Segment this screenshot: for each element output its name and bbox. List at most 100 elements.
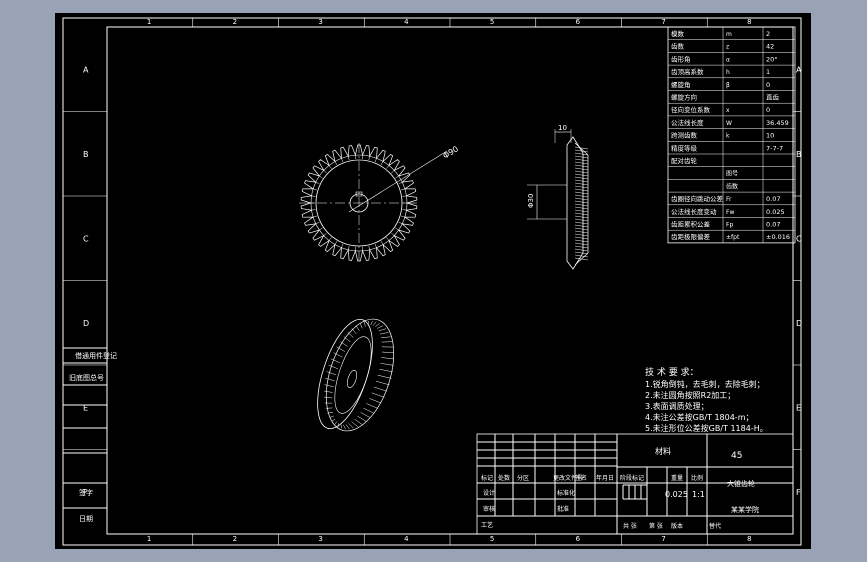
tb-part-name: 大锥齿轮 [727,479,755,488]
strip-label: 旧底图总号 [69,373,104,382]
zone-row-label: D [796,319,802,328]
param-value: 0.07 [766,195,780,203]
param-value: 1 [766,68,770,76]
tech-item: 2.未注圆角按照R2加工； [645,390,735,400]
param-value: 2 [766,30,770,38]
tb-stage: 阶段标记 [620,474,644,482]
tb-material: 45 [731,451,742,461]
zone-col-label: 3 [318,535,322,543]
tb-scale: 1:1 [692,490,705,499]
tb-weight: 0.025 [665,490,688,499]
tb-header: 标记 [481,474,493,482]
title-block: 标记 处数 分区 更改文件号 签名 年月日 设计 审核 工艺 标准化 批准 材料… [476,433,794,535]
param-symbol: α [726,56,730,63]
param-name: 齿顶高系数 [671,67,704,76]
zone-col-label: 8 [747,535,751,543]
zone-row-label: A [83,65,89,74]
param-value: 10 [766,132,774,140]
tb-school: 某某学院 [731,505,759,514]
tech-title: 技 术 要 求： [645,366,699,378]
tb-header: 处数 [498,474,510,482]
param-value: 20° [766,55,778,63]
param-symbol: 图号 [726,171,738,178]
zone-col-label: 5 [490,535,494,543]
param-symbol: Fr [726,196,732,203]
tb-role: 设计 [483,489,495,497]
param-symbol: ±fpt [726,234,740,241]
param-name: 配对齿轮 [671,156,698,165]
param-name: 模数 [671,29,685,38]
param-name: 齿圈径向跳动公差 [671,194,724,203]
tech-item: 5.未注形位公差按GB/T 1184-H。 [645,423,768,433]
zone-row-label: C [796,234,802,243]
zone-row-label: D [83,319,89,328]
cad-viewport[interactable]: 1122334455667788AABBCCDDEEFF 借通用件登记 旧底图总… [55,13,811,549]
param-value: 0 [766,106,770,114]
param-symbol: x [726,107,730,114]
zone-col-label: 2 [233,535,237,543]
zone-col-label: 1 [147,535,151,543]
param-value: 直齿 [766,93,780,102]
param-name: 螺旋方向 [671,93,697,102]
gear-parameter-table: 模数 m 2 齿数 z 42 齿形角 α 20° 齿顶高系数 h 1 螺旋角 β 0 螺旋方向 直齿径向变位系数… [667,26,796,244]
param-symbol: 齿数 [726,182,738,190]
zone-row-label: A [796,65,802,74]
strip-label: 借通用件登记 [75,351,117,360]
tb-bottom: 替代 [709,522,721,530]
zone-col-label: 1 [147,18,151,26]
param-name: 齿数 [671,42,685,51]
zone-row-label: F [796,488,801,497]
param-symbol: z [726,44,729,51]
param-name: 公法线长度变动 [671,207,717,216]
strip-label: 日期 [79,515,93,523]
param-name: 公法线长度 [671,118,704,127]
param-name: 径向变位系数 [671,105,711,114]
zone-col-label: 4 [404,535,409,543]
tb-stage: 重量 [671,474,683,482]
param-name: 齿距极限偏差 [671,232,711,241]
tb-material-label: 材料 [655,446,671,456]
param-name: 跨测齿数 [671,131,698,140]
tech-item: 3.表面调质处理； [645,401,709,411]
zone-row-label: B [83,150,89,159]
zone-row-label: B [796,150,802,159]
param-name: 齿距累积公差 [671,220,711,229]
gear-side-view: Φ30 10 [527,124,589,270]
param-value: 0.025 [766,208,785,216]
param-symbol: W [726,120,732,127]
tb-stage: 比例 [691,474,703,482]
zone-col-label: 6 [576,18,581,26]
tb-mid: 批准 [557,505,569,513]
zone-col-label: 4 [404,18,409,26]
param-value: 42 [766,43,774,51]
param-symbol: Fw [726,209,734,216]
tb-bottom: 第 张 [649,522,663,530]
strip-label: 签字 [79,488,93,497]
param-value: 0 [766,81,770,89]
param-name: 齿形角 [671,54,691,63]
tb-header: 签名 [575,474,587,482]
tb-bottom: 版本 [671,522,683,530]
tb-role: 工艺 [481,521,493,529]
tech-item: 4.未注公差按GB/T 1804-m； [645,412,753,422]
param-value: 7-7-7 [766,144,783,152]
param-symbol: k [726,133,730,140]
param-symbol: m [726,31,732,38]
param-value: 36.459 [766,119,789,127]
param-symbol: Fp [726,222,733,229]
tb-role: 审核 [483,505,495,513]
param-symbol: β [726,82,730,89]
drawing-canvas: 1122334455667788A AB BC CD DE EF F 借通用件登记 旧底图总… [62,17,802,546]
zone-row-label: C [83,234,89,243]
tech-item: 1.锐角倒钝，去毛刺，去除毛刺； [645,379,765,389]
param-name: 螺旋角 [671,80,691,89]
left-sign-strip: 借通用件登记 旧底图总号 签字 日期 [63,347,117,523]
zone-col-label: 8 [747,18,751,26]
zone-col-label: 3 [318,18,322,26]
zone-col-label: 5 [490,18,494,26]
tb-bottom: 共 张 [623,522,637,530]
tb-header: 年月日 [596,474,614,482]
zone-col-label: 2 [233,18,237,26]
gear-front-view: Φ90 [299,143,460,263]
width-dim: 10 [558,124,567,132]
